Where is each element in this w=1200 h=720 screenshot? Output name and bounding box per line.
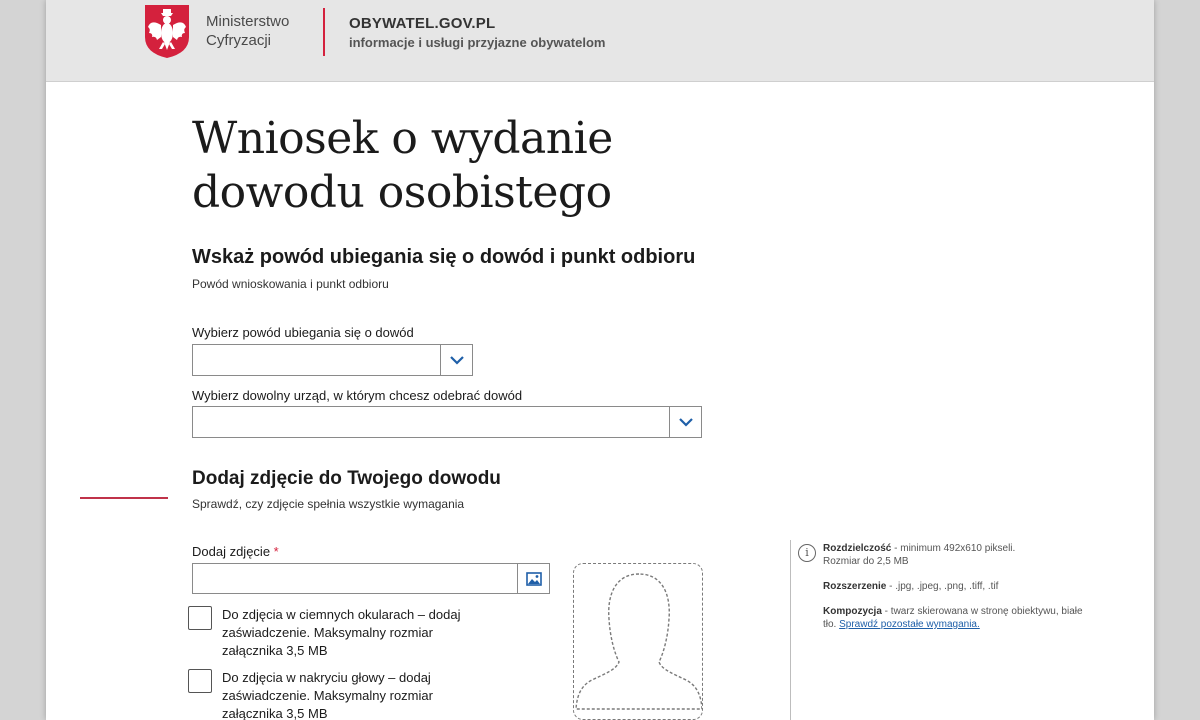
checkbox-headwear-label: Do zdjęcia w nakryciu głowy – dodaj zaśw… — [222, 670, 433, 720]
info-resolution: Rozdzielczość - minimum 492x610 pikseli.… — [823, 542, 1093, 568]
image-upload-icon[interactable] — [517, 564, 549, 593]
info-extension-text: - .jpg, .jpeg, .png, .tiff, .tif — [886, 581, 999, 592]
checkbox-dark-glasses-label: Do zdjęcia w ciemnych okularach – dodaj … — [222, 607, 461, 658]
photo-file-input[interactable] — [192, 563, 550, 594]
info-size-text: Rozmiar do 2,5 MB — [823, 556, 909, 567]
reason-select[interactable] — [192, 344, 473, 376]
site-tagline: informacje i usługi przyjazne obywatelom — [349, 35, 606, 50]
reason-section-subheading: Powód wnioskowania i punkt odbioru — [192, 277, 389, 291]
office-select-label: Wybierz dowolny urząd, w którym chcesz o… — [192, 388, 523, 403]
page-title-line2: dowodu osobistego — [192, 167, 612, 218]
page: Ministerstwo Cyfryzacji OBYWATEL.GOV.PL … — [46, 0, 1154, 720]
checkbox-dark-glasses[interactable] — [188, 606, 212, 630]
photo-section-subheading: Sprawdź, czy zdjęcie spełnia wszystkie w… — [192, 497, 465, 511]
reason-section-heading: Wskaż powód ubiegania się o dowód i punk… — [192, 246, 696, 268]
info-resolution-text: - minimum 492x610 pikseli. — [891, 543, 1016, 554]
reason-select-label: Wybierz powód ubiegania się o dowód — [192, 325, 414, 340]
info-composition-title: Kompozycja — [823, 606, 882, 617]
photo-input-label: Dodaj zdjęcie * — [192, 544, 279, 559]
person-silhouette-icon — [575, 573, 702, 710]
office-select[interactable] — [192, 406, 702, 438]
required-mark: * — [273, 544, 279, 559]
chevron-down-icon[interactable] — [440, 345, 472, 375]
poland-emblem-icon — [145, 5, 189, 58]
section-accent-line — [80, 497, 168, 499]
ministry-line1: Ministerstwo — [206, 13, 290, 30]
checkbox-headwear[interactable] — [188, 669, 212, 693]
site-header: Ministerstwo Cyfryzacji OBYWATEL.GOV.PL … — [46, 0, 1154, 82]
info-extension: Rozszerzenie - .jpg, .jpeg, .png, .tiff,… — [823, 580, 1093, 593]
requirements-link[interactable]: Sprawdź pozostałe wymagania. — [839, 619, 980, 630]
page-title: Wniosek o wydanie dowodu osobistego — [192, 112, 752, 220]
photo-input-label-text: Dodaj zdjęcie — [192, 544, 271, 559]
site-name-link[interactable]: OBYWATEL.GOV.PL — [349, 15, 495, 32]
photo-preview-placeholder — [573, 563, 703, 720]
ministry-line2: Cyfryzacji — [206, 32, 272, 49]
info-extension-title: Rozszerzenie — [823, 581, 887, 592]
info-divider — [790, 540, 791, 720]
info-icon: i — [798, 544, 816, 562]
photo-section-heading: Dodaj zdjęcie do Twojego dowodu — [192, 468, 501, 489]
info-resolution-title: Rozdzielczość — [823, 543, 892, 554]
chevron-down-icon[interactable] — [669, 407, 701, 437]
info-composition: Kompozycja - twarz skierowana w stronę o… — [823, 605, 1093, 631]
ministry-name[interactable]: Ministerstwo Cyfryzacji — [206, 12, 289, 50]
page-title-line1: Wniosek o wydanie — [192, 113, 613, 164]
header-divider — [323, 8, 325, 56]
